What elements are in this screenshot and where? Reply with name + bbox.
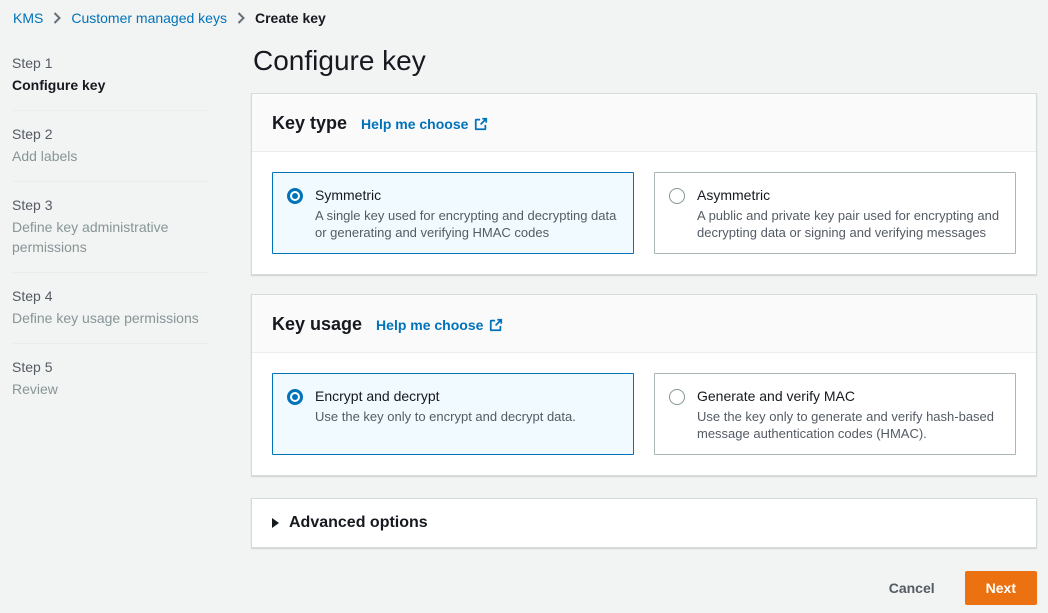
breadcrumb: KMS Customer managed keys Create key	[0, 0, 1048, 28]
external-link-icon	[489, 318, 503, 332]
step-number: Step 3	[12, 195, 209, 215]
advanced-options-title: Advanced options	[289, 514, 428, 532]
step-title: Define key usage permissions	[12, 308, 209, 328]
sidebar-step-configure-key[interactable]: Step 1 Configure key	[12, 40, 209, 111]
step-title: Configure key	[12, 75, 209, 95]
wizard-steps-sidebar: Step 1 Configure key Step 2 Add labels S…	[0, 28, 251, 605]
key-usage-title: Key usage	[272, 314, 362, 335]
help-link-label: Help me choose	[376, 317, 483, 333]
wizard-actions: Cancel Next	[251, 571, 1037, 605]
breadcrumb-link-kms[interactable]: KMS	[13, 10, 43, 26]
sidebar-step-admin-permissions[interactable]: Step 3 Define key administrative permiss…	[12, 182, 209, 273]
radio-selected-icon[interactable]	[287, 389, 303, 405]
page-title: Configure key	[253, 45, 1037, 77]
option-asymmetric[interactable]: Asymmetric A public and private key pair…	[654, 172, 1016, 254]
step-title: Review	[12, 379, 209, 399]
help-link-label: Help me choose	[361, 116, 468, 132]
radio-unselected-icon[interactable]	[669, 389, 685, 405]
key-type-title: Key type	[272, 113, 347, 134]
chevron-right-icon	[52, 12, 62, 24]
key-usage-help-link[interactable]: Help me choose	[376, 317, 503, 333]
main-content: Configure key Key type Help me choose Sy…	[251, 28, 1048, 605]
key-type-header: Key type Help me choose	[252, 94, 1036, 152]
option-label: Symmetric	[315, 185, 619, 205]
step-number: Step 2	[12, 124, 209, 144]
expand-caret-icon	[272, 518, 279, 528]
step-title: Define key administrative permissions	[12, 217, 209, 257]
key-usage-header: Key usage Help me choose	[252, 295, 1036, 353]
step-number: Step 1	[12, 53, 209, 73]
breadcrumb-current: Create key	[255, 10, 326, 26]
step-title: Add labels	[12, 146, 209, 166]
sidebar-step-review[interactable]: Step 5 Review	[12, 344, 209, 414]
option-encrypt-decrypt[interactable]: Encrypt and decrypt Use the key only to …	[272, 373, 634, 455]
option-symmetric[interactable]: Symmetric A single key used for encrypti…	[272, 172, 634, 254]
step-number: Step 5	[12, 357, 209, 377]
sidebar-step-add-labels[interactable]: Step 2 Add labels	[12, 111, 209, 182]
option-generate-verify-mac[interactable]: Generate and verify MAC Use the key only…	[654, 373, 1016, 455]
key-usage-card: Key usage Help me choose Encrypt and dec…	[251, 294, 1037, 476]
key-usage-options: Encrypt and decrypt Use the key only to …	[252, 353, 1036, 475]
radio-unselected-icon[interactable]	[669, 188, 685, 204]
option-description: A single key used for encrypting and dec…	[315, 207, 619, 241]
key-type-card: Key type Help me choose Symmetric A sing…	[251, 93, 1037, 275]
step-number: Step 4	[12, 286, 209, 306]
option-label: Generate and verify MAC	[697, 386, 1001, 406]
key-type-help-link[interactable]: Help me choose	[361, 116, 488, 132]
radio-selected-icon[interactable]	[287, 188, 303, 204]
next-button[interactable]: Next	[965, 571, 1037, 605]
option-description: A public and private key pair used for e…	[697, 207, 1001, 241]
advanced-options-toggle[interactable]: Advanced options	[252, 499, 1036, 547]
key-type-options: Symmetric A single key used for encrypti…	[252, 152, 1036, 274]
option-description: Use the key only to encrypt and decrypt …	[315, 408, 576, 425]
sidebar-step-usage-permissions[interactable]: Step 4 Define key usage permissions	[12, 273, 209, 344]
option-label: Encrypt and decrypt	[315, 386, 576, 406]
option-description: Use the key only to generate and verify …	[697, 408, 1001, 442]
cancel-button[interactable]: Cancel	[889, 574, 935, 602]
option-label: Asymmetric	[697, 185, 1001, 205]
advanced-options-card: Advanced options	[251, 498, 1037, 548]
external-link-icon	[474, 117, 488, 131]
breadcrumb-link-customer-managed-keys[interactable]: Customer managed keys	[71, 10, 227, 26]
chevron-right-icon	[236, 12, 246, 24]
